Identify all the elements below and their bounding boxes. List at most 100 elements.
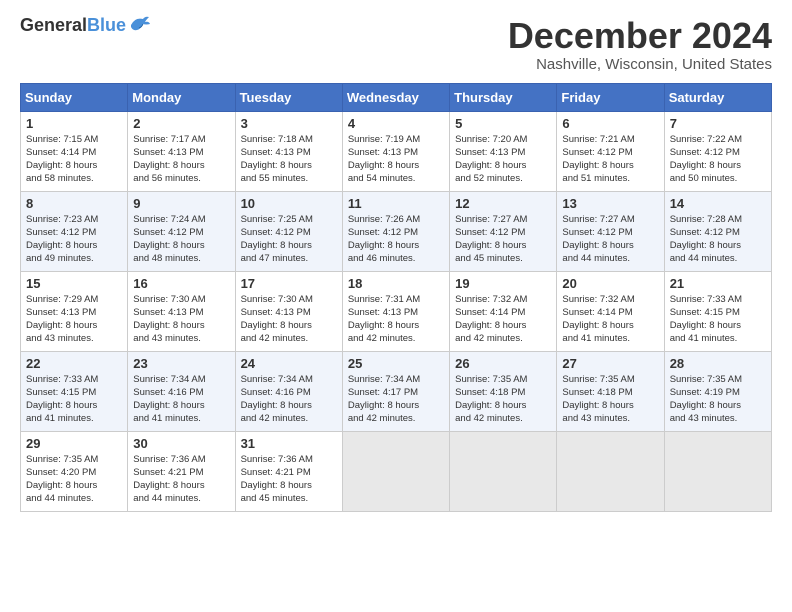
- day-number: 24: [241, 356, 337, 371]
- day-number: 8: [26, 196, 122, 211]
- day-info: Sunrise: 7:17 AM Sunset: 4:13 PM Dayligh…: [133, 133, 229, 186]
- calendar-day-cell: 24 Sunrise: 7:34 AM Sunset: 4:16 PM Dayli…: [235, 351, 342, 431]
- calendar-week-row: 22 Sunrise: 7:33 AM Sunset: 4:15 PM Dayli…: [21, 351, 772, 431]
- day-number: 23: [133, 356, 229, 371]
- logo: GeneralBlue: [20, 16, 151, 36]
- calendar-day-cell: 1 Sunrise: 7:15 AM Sunset: 4:14 PM Daylig…: [21, 111, 128, 191]
- day-number: 22: [26, 356, 122, 371]
- day-info: Sunrise: 7:26 AM Sunset: 4:12 PM Dayligh…: [348, 213, 444, 266]
- location-title: Nashville, Wisconsin, United States: [508, 56, 772, 73]
- calendar-day-cell: 27 Sunrise: 7:35 AM Sunset: 4:18 PM Dayli…: [557, 351, 664, 431]
- calendar-day-cell: 9Sunrise: 7:24 AM Sunset: 4:12 PM Daylig…: [128, 191, 235, 271]
- calendar-day-cell: 5 Sunrise: 7:20 AM Sunset: 4:13 PM Daylig…: [450, 111, 557, 191]
- day-number: 21: [670, 276, 766, 291]
- calendar-day-cell: 6 Sunrise: 7:21 AM Sunset: 4:12 PM Daylig…: [557, 111, 664, 191]
- calendar-day-header: Thursday: [450, 83, 557, 111]
- day-number: 29: [26, 436, 122, 451]
- calendar-day-cell: 20Sunrise: 7:32 AM Sunset: 4:14 PM Dayli…: [557, 271, 664, 351]
- calendar-day-header: Tuesday: [235, 83, 342, 111]
- title-block: December 2024 Nashville, Wisconsin, Unit…: [508, 16, 772, 73]
- calendar-day-cell: 23 Sunrise: 7:34 AM Sunset: 4:16 PM Dayli…: [128, 351, 235, 431]
- day-info: Sunrise: 7:15 AM Sunset: 4:14 PM Dayligh…: [26, 133, 122, 186]
- day-number: 16: [133, 276, 229, 291]
- day-info: Sunrise: 7:18 AM Sunset: 4:13 PM Dayligh…: [241, 133, 337, 186]
- day-number: 7: [670, 116, 766, 131]
- day-info: Sunrise: 7:32 AM Sunset: 4:14 PM Dayligh…: [562, 293, 658, 346]
- calendar-day-cell: 29 Sunrise: 7:35 AM Sunset: 4:20 PM Dayli…: [21, 431, 128, 511]
- day-info: Sunrise: 7:35 AM Sunset: 4:19 PM Dayligh…: [670, 373, 766, 426]
- calendar-day-cell: 22 Sunrise: 7:33 AM Sunset: 4:15 PM Dayli…: [21, 351, 128, 431]
- logo-bird-icon: [129, 15, 151, 33]
- day-info: Sunrise: 7:27 AM Sunset: 4:12 PM Dayligh…: [562, 213, 658, 266]
- day-info: Sunrise: 7:28 AM Sunset: 4:12 PM Dayligh…: [670, 213, 766, 266]
- calendar-day-header: Sunday: [21, 83, 128, 111]
- calendar-day-cell: 17Sunrise: 7:30 AM Sunset: 4:13 PM Dayli…: [235, 271, 342, 351]
- logo-text: GeneralBlue: [20, 16, 126, 36]
- calendar-day-cell: 31Sunrise: 7:36 AM Sunset: 4:21 PM Dayli…: [235, 431, 342, 511]
- calendar-day-cell: 3Sunrise: 7:18 AM Sunset: 4:13 PM Daylig…: [235, 111, 342, 191]
- day-info: Sunrise: 7:35 AM Sunset: 4:20 PM Dayligh…: [26, 453, 122, 506]
- day-info: Sunrise: 7:35 AM Sunset: 4:18 PM Dayligh…: [455, 373, 551, 426]
- day-number: 9: [133, 196, 229, 211]
- day-number: 11: [348, 196, 444, 211]
- day-info: Sunrise: 7:19 AM Sunset: 4:13 PM Dayligh…: [348, 133, 444, 186]
- day-number: 14: [670, 196, 766, 211]
- day-info: Sunrise: 7:35 AM Sunset: 4:18 PM Dayligh…: [562, 373, 658, 426]
- calendar-day-cell: 12Sunrise: 7:27 AM Sunset: 4:12 PM Dayli…: [450, 191, 557, 271]
- day-number: 2: [133, 116, 229, 131]
- calendar-day-header: Friday: [557, 83, 664, 111]
- day-info: Sunrise: 7:25 AM Sunset: 4:12 PM Dayligh…: [241, 213, 337, 266]
- day-number: 27: [562, 356, 658, 371]
- calendar-day-header: Saturday: [664, 83, 771, 111]
- calendar-day-cell: 18Sunrise: 7:31 AM Sunset: 4:13 PM Dayli…: [342, 271, 449, 351]
- day-number: 31: [241, 436, 337, 451]
- day-info: Sunrise: 7:20 AM Sunset: 4:13 PM Dayligh…: [455, 133, 551, 186]
- calendar-week-row: 1 Sunrise: 7:15 AM Sunset: 4:14 PM Daylig…: [21, 111, 772, 191]
- day-info: Sunrise: 7:23 AM Sunset: 4:12 PM Dayligh…: [26, 213, 122, 266]
- logo-general: General: [20, 15, 87, 35]
- day-number: 26: [455, 356, 551, 371]
- day-number: 17: [241, 276, 337, 291]
- calendar-body: 1 Sunrise: 7:15 AM Sunset: 4:14 PM Daylig…: [21, 111, 772, 511]
- day-number: 30: [133, 436, 229, 451]
- calendar-day-cell: [664, 431, 771, 511]
- day-number: 5: [455, 116, 551, 131]
- calendar-table: SundayMondayTuesdayWednesdayThursdayFrid…: [20, 83, 772, 512]
- calendar-day-cell: 2 Sunrise: 7:17 AM Sunset: 4:13 PM Daylig…: [128, 111, 235, 191]
- calendar-day-cell: [342, 431, 449, 511]
- calendar-day-cell: 4 Sunrise: 7:19 AM Sunset: 4:13 PM Daylig…: [342, 111, 449, 191]
- calendar-day-cell: 30 Sunrise: 7:36 AM Sunset: 4:21 PM Dayli…: [128, 431, 235, 511]
- day-info: Sunrise: 7:36 AM Sunset: 4:21 PM Dayligh…: [133, 453, 229, 506]
- calendar-day-cell: 15 Sunrise: 7:29 AM Sunset: 4:13 PM Dayli…: [21, 271, 128, 351]
- day-info: Sunrise: 7:33 AM Sunset: 4:15 PM Dayligh…: [26, 373, 122, 426]
- calendar-day-cell: 21 Sunrise: 7:33 AM Sunset: 4:15 PM Dayli…: [664, 271, 771, 351]
- day-number: 6: [562, 116, 658, 131]
- day-info: Sunrise: 7:33 AM Sunset: 4:15 PM Dayligh…: [670, 293, 766, 346]
- calendar-day-cell: 26 Sunrise: 7:35 AM Sunset: 4:18 PM Dayli…: [450, 351, 557, 431]
- calendar-day-cell: [557, 431, 664, 511]
- calendar-header-row: SundayMondayTuesdayWednesdayThursdayFrid…: [21, 83, 772, 111]
- day-number: 4: [348, 116, 444, 131]
- day-info: Sunrise: 7:34 AM Sunset: 4:16 PM Dayligh…: [241, 373, 337, 426]
- day-info: Sunrise: 7:34 AM Sunset: 4:16 PM Dayligh…: [133, 373, 229, 426]
- day-info: Sunrise: 7:29 AM Sunset: 4:13 PM Dayligh…: [26, 293, 122, 346]
- header: GeneralBlue December 2024 Nashville, Wis…: [20, 16, 772, 73]
- calendar-week-row: 8 Sunrise: 7:23 AM Sunset: 4:12 PM Daylig…: [21, 191, 772, 271]
- day-number: 1: [26, 116, 122, 131]
- day-info: Sunrise: 7:21 AM Sunset: 4:12 PM Dayligh…: [562, 133, 658, 186]
- day-info: Sunrise: 7:27 AM Sunset: 4:12 PM Dayligh…: [455, 213, 551, 266]
- calendar-day-cell: [450, 431, 557, 511]
- day-info: Sunrise: 7:30 AM Sunset: 4:13 PM Dayligh…: [133, 293, 229, 346]
- calendar-day-cell: 28Sunrise: 7:35 AM Sunset: 4:19 PM Dayli…: [664, 351, 771, 431]
- day-info: Sunrise: 7:32 AM Sunset: 4:14 PM Dayligh…: [455, 293, 551, 346]
- day-info: Sunrise: 7:34 AM Sunset: 4:17 PM Dayligh…: [348, 373, 444, 426]
- calendar-week-row: 15 Sunrise: 7:29 AM Sunset: 4:13 PM Dayli…: [21, 271, 772, 351]
- calendar-day-cell: 7Sunrise: 7:22 AM Sunset: 4:12 PM Daylig…: [664, 111, 771, 191]
- calendar-week-row: 29 Sunrise: 7:35 AM Sunset: 4:20 PM Dayli…: [21, 431, 772, 511]
- day-info: Sunrise: 7:31 AM Sunset: 4:13 PM Dayligh…: [348, 293, 444, 346]
- day-number: 13: [562, 196, 658, 211]
- calendar-day-header: Wednesday: [342, 83, 449, 111]
- month-title: December 2024: [508, 16, 772, 56]
- calendar-day-cell: 11 Sunrise: 7:26 AM Sunset: 4:12 PM Dayli…: [342, 191, 449, 271]
- day-number: 15: [26, 276, 122, 291]
